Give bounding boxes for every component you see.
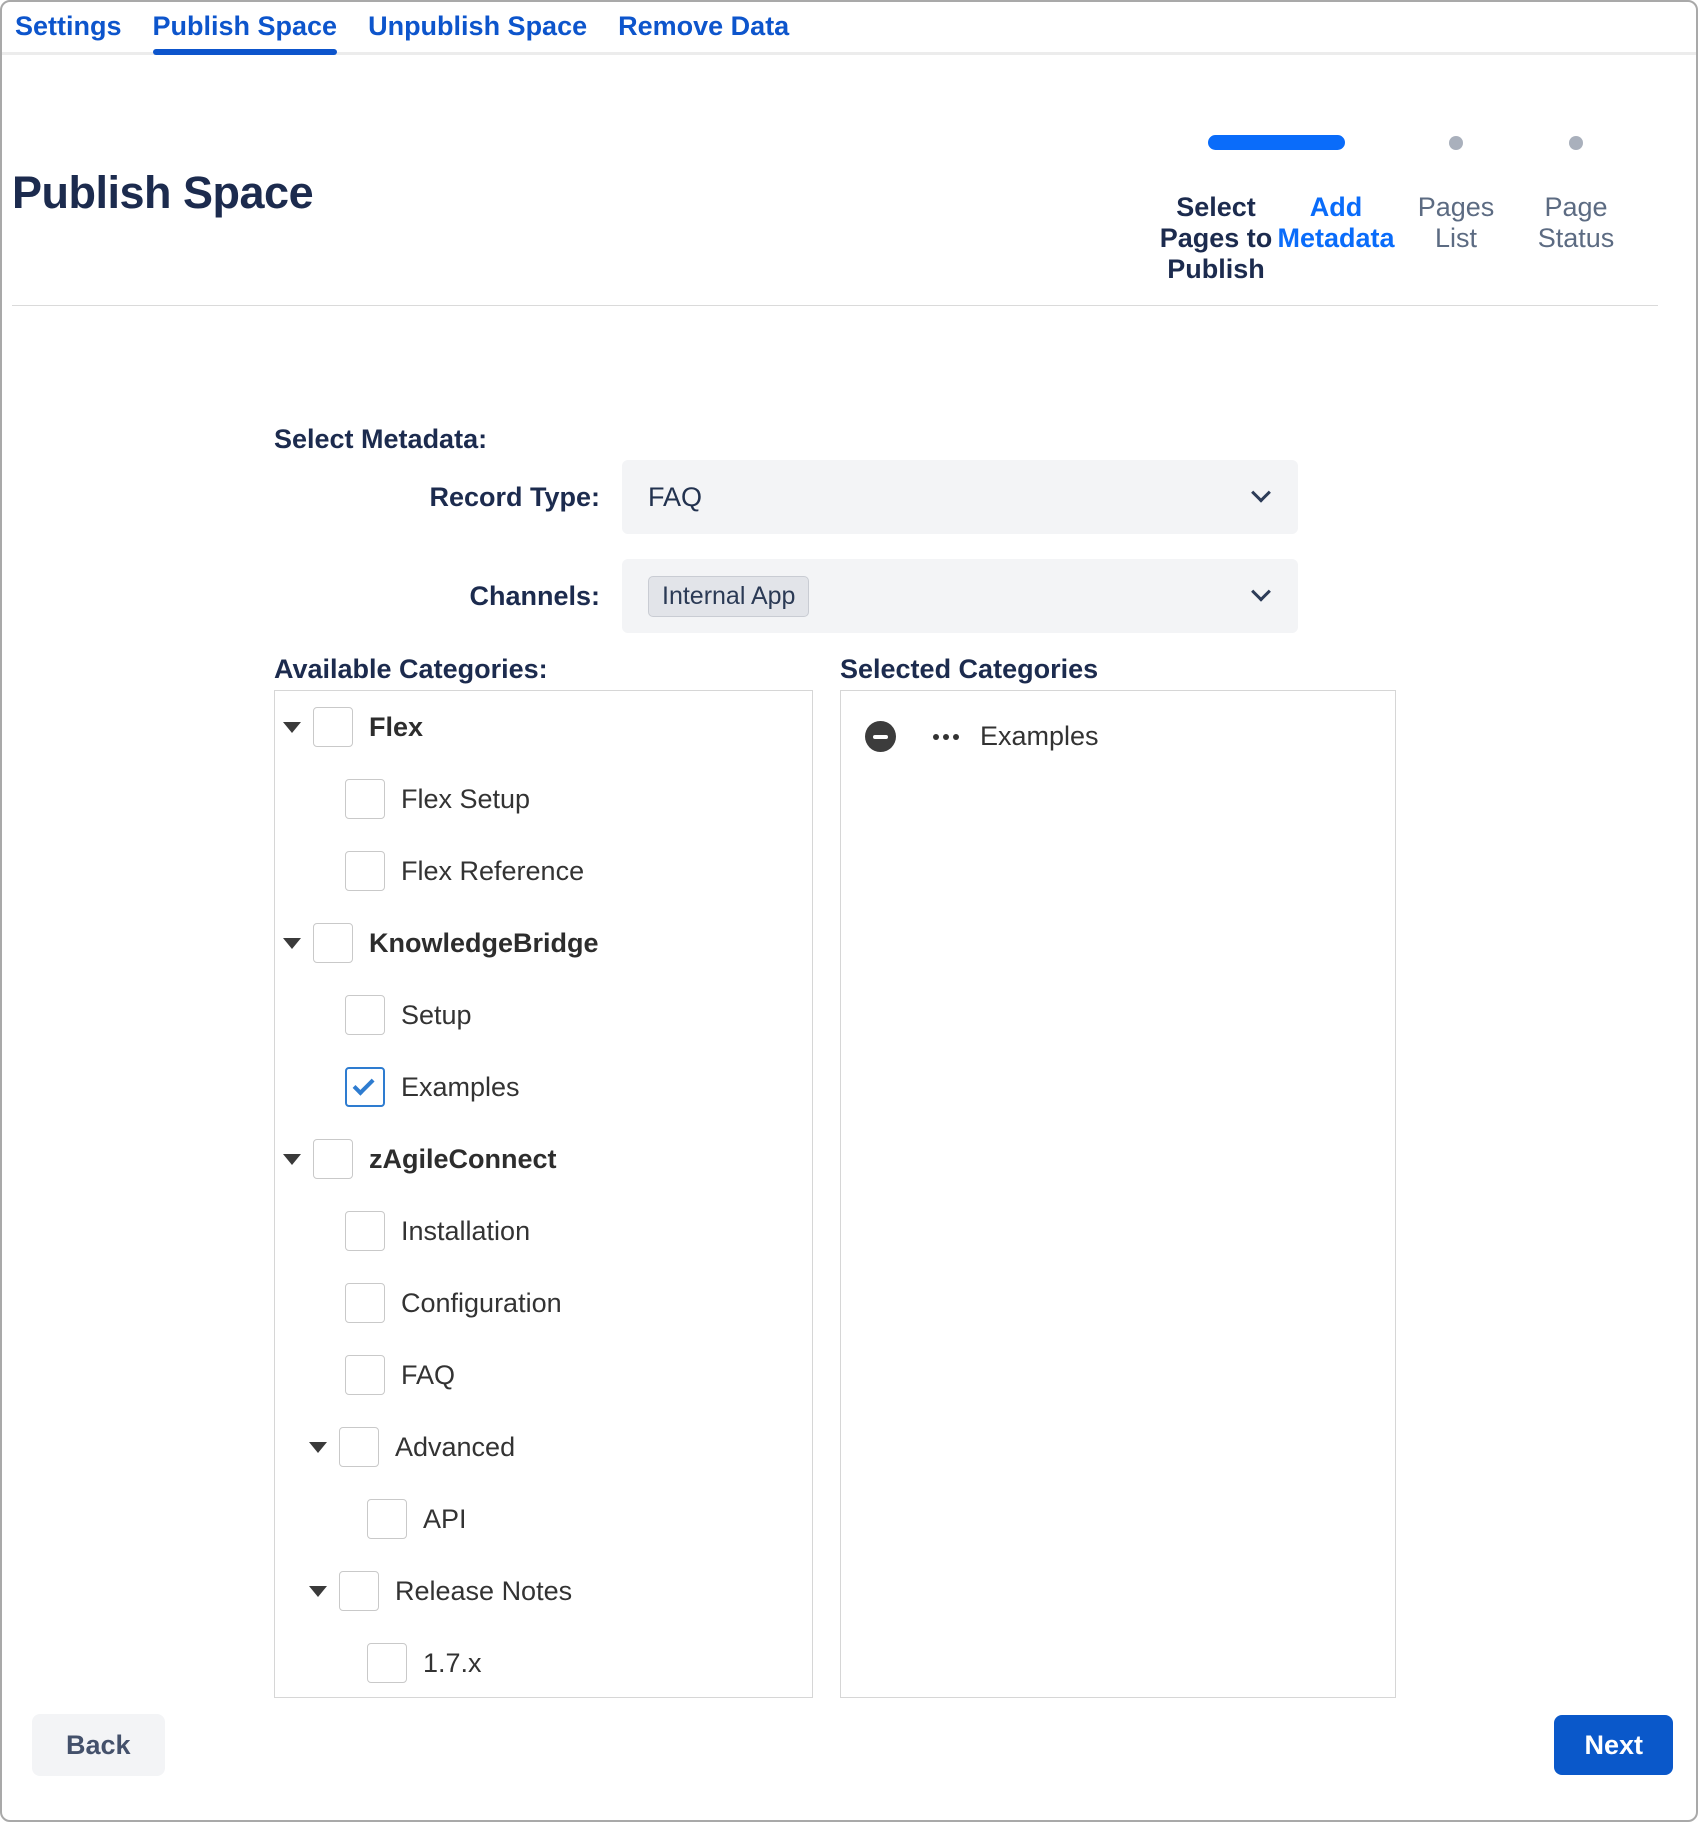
channels-label: Channels: (2, 581, 600, 612)
installation-checkbox[interactable] (345, 1211, 385, 1251)
channel-chip: Internal App (648, 576, 809, 617)
step-label-add-metadata: Add Metadata (1276, 192, 1396, 285)
category-label: Flex Setup (401, 784, 530, 815)
release-notes-checkbox[interactable] (339, 1571, 379, 1611)
tree-row: Flex (275, 691, 812, 763)
tree-row: Flex Reference (275, 835, 812, 907)
record-type-label: Record Type: (2, 482, 600, 513)
knowledgebridge-checkbox[interactable] (313, 923, 353, 963)
available-categories-column: Available Categories: FlexFlex SetupFlex… (274, 653, 813, 1698)
available-categories-tree: Flex Flex Setup Flex Reference KnowledgeBri… (274, 690, 813, 1698)
category-label: Setup (401, 1000, 472, 1031)
tree-row: zAgileConnect (275, 1123, 812, 1195)
setup-checkbox[interactable] (345, 995, 385, 1035)
category-label: API (423, 1504, 467, 1535)
tree-row: FAQ (275, 1339, 812, 1411)
category-label: Examples (401, 1072, 520, 1103)
flex-setup-checkbox[interactable] (345, 779, 385, 819)
tab-bar: Settings Publish Space Unpublish Space Remo… (2, 2, 1696, 55)
select-metadata-label: Select Metadata: (274, 423, 1696, 456)
selected-categories-column: Selected Categories Examples (840, 653, 1396, 1698)
channels-row: Channels: Internal App (2, 559, 1696, 633)
tree-row: Flex Setup (275, 763, 812, 835)
step-label-pages-list: Pages List (1396, 192, 1516, 285)
advanced-checkbox[interactable] (339, 1427, 379, 1467)
tab-publish-space[interactable]: Publish Space (153, 10, 338, 52)
tab-settings[interactable]: Settings (15, 10, 122, 52)
category-label: zAgileConnect (369, 1144, 557, 1175)
chevron-down-icon (1251, 483, 1271, 503)
tree-row: KnowledgeBridge (275, 907, 812, 979)
step-label-select-pages-to-publish: Select Pages to Publish (1156, 192, 1276, 285)
tab-remove-data[interactable]: Remove Data (618, 10, 789, 52)
configuration-checkbox[interactable] (345, 1283, 385, 1323)
stepper-indicators (1156, 135, 1638, 150)
category-label: Release Notes (395, 1576, 572, 1607)
category-label: FAQ (401, 1360, 455, 1391)
selected-category-row: Examples (841, 691, 1395, 752)
record-type-value: FAQ (648, 482, 702, 513)
collapse-arrow-icon[interactable] (283, 938, 300, 949)
header-divider (12, 305, 1658, 306)
footer-actions: Back Next (2, 1698, 1696, 1776)
progress-pill (1208, 135, 1345, 150)
faq-checkbox[interactable] (345, 1355, 385, 1395)
tree-row: Examples (275, 1051, 812, 1123)
tree-row: Setup (275, 979, 812, 1051)
categories-section: Available Categories: FlexFlex SetupFlex… (274, 653, 1696, 1698)
tree-row: Advanced (275, 1411, 812, 1483)
selected-category-label: Examples (980, 721, 1099, 752)
page-header: Publish Space Select Pages to PublishAdd… (2, 55, 1696, 285)
api-checkbox[interactable] (367, 1499, 407, 1539)
step-dot-pages-list (1449, 136, 1463, 150)
step-dot-page-status (1569, 136, 1583, 150)
next-button[interactable]: Next (1554, 1715, 1673, 1775)
flex-reference-checkbox[interactable] (345, 851, 385, 891)
drag-handle-icon[interactable] (933, 734, 959, 740)
category-label: KnowledgeBridge (369, 928, 599, 959)
remove-category-icon[interactable] (865, 721, 896, 752)
selected-categories-list: Examples (840, 690, 1396, 1698)
tab-unpublish-space[interactable]: Unpublish Space (368, 10, 587, 52)
collapse-arrow-icon[interactable] (309, 1586, 326, 1597)
collapse-arrow-icon[interactable] (283, 1154, 300, 1165)
wizard-stepper: Select Pages to PublishAdd MetadataPages… (1156, 135, 1638, 285)
back-button[interactable]: Back (32, 1714, 165, 1776)
collapse-arrow-icon[interactable] (309, 1442, 326, 1453)
1-7-x-checkbox[interactable] (367, 1643, 407, 1683)
selected-categories-title: Selected Categories (840, 653, 1396, 686)
page-title: Publish Space (12, 167, 313, 219)
category-label: Advanced (395, 1432, 515, 1463)
category-label: Installation (401, 1216, 530, 1247)
category-label: 1.7.x (423, 1648, 482, 1679)
zagileconnect-checkbox[interactable] (313, 1139, 353, 1179)
stepper-labels: Select Pages to PublishAdd MetadataPages… (1156, 192, 1638, 285)
checkmark-icon (353, 1073, 375, 1095)
step-label-page-status: Page Status (1516, 192, 1636, 285)
available-categories-title: Available Categories: (274, 653, 813, 686)
flex-checkbox[interactable] (313, 707, 353, 747)
category-label: Configuration (401, 1288, 562, 1319)
tree-row: Configuration (275, 1267, 812, 1339)
record-type-select[interactable]: FAQ (622, 460, 1298, 534)
category-label: Flex Reference (401, 856, 584, 887)
tree-row: 1.7.x (275, 1627, 812, 1698)
chevron-down-icon (1251, 582, 1271, 602)
tree-row: API (275, 1483, 812, 1555)
tree-row: Installation (275, 1195, 812, 1267)
examples-checkbox[interactable] (345, 1067, 385, 1107)
collapse-arrow-icon[interactable] (283, 722, 300, 733)
tree-row: Release Notes (275, 1555, 812, 1627)
category-label: Flex (369, 712, 423, 743)
channels-select[interactable]: Internal App (622, 559, 1298, 633)
record-type-row: Record Type: FAQ (2, 460, 1696, 534)
publish-space-screen: Settings Publish Space Unpublish Space Remo… (0, 0, 1698, 1822)
